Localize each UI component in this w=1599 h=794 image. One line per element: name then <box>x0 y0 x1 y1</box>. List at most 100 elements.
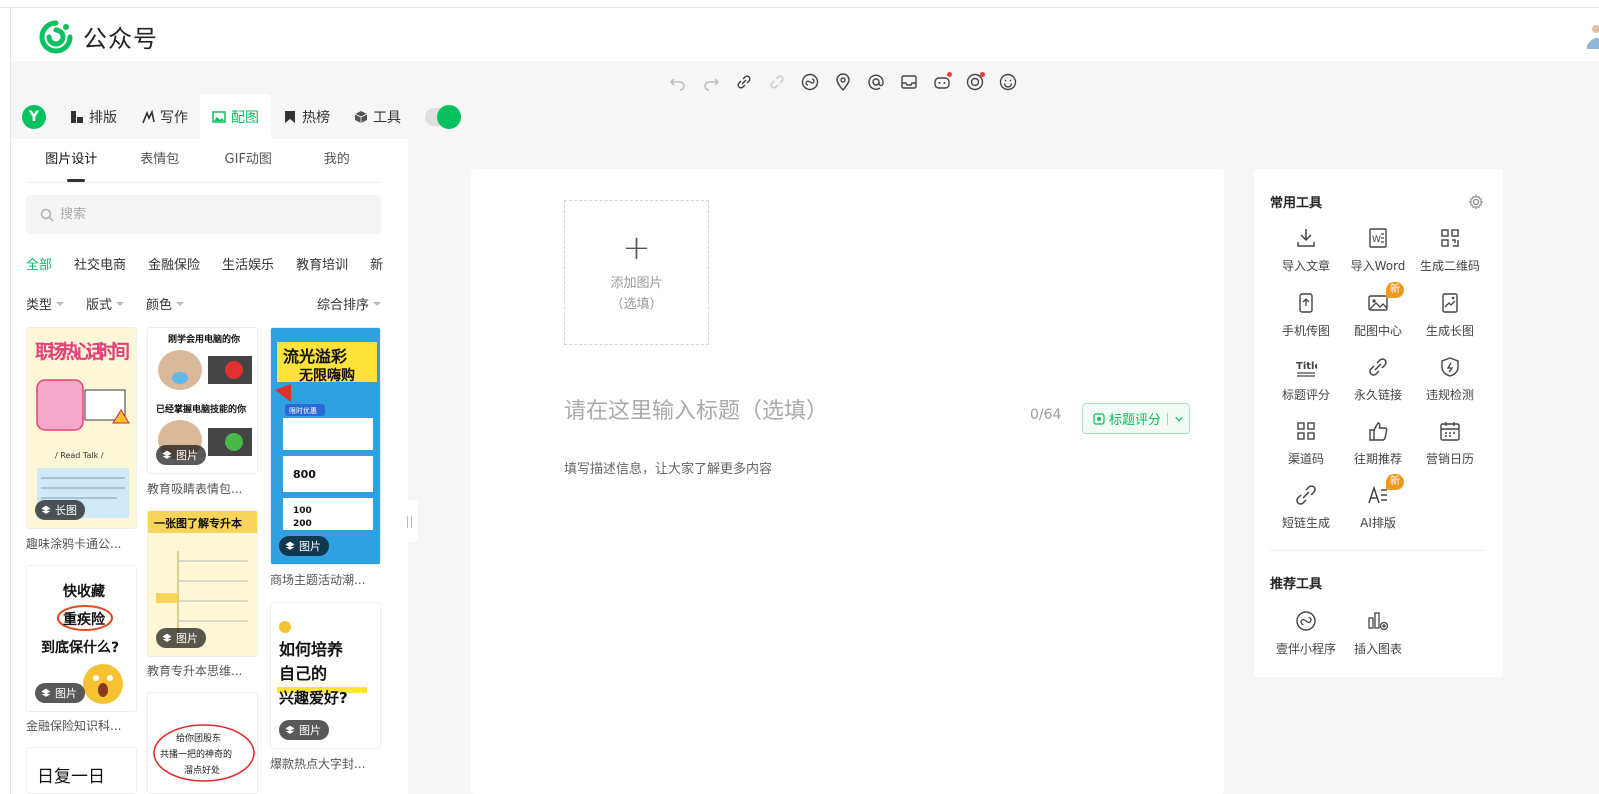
inbox-button[interactable] <box>898 71 920 93</box>
add-cover-image-button[interactable]: + 添加图片 （选填） <box>564 200 709 345</box>
mention-button[interactable] <box>865 71 887 93</box>
tool-permanent-link[interactable]: 永久链接 <box>1342 354 1414 403</box>
title-char-counter: 0/64 <box>1030 407 1062 423</box>
main-nav: Y 排版 写作 配图 热榜 工具 <box>22 94 461 139</box>
filter-type[interactable]: 类型 <box>26 294 65 313</box>
caret-down-icon <box>373 301 381 306</box>
unlink-button[interactable] <box>766 71 788 93</box>
preview-text: 限时优惠 <box>289 406 317 415</box>
tool-insert-chart[interactable]: 插入图表 <box>1342 608 1414 657</box>
tool-ai-layout[interactable]: AI排版 新 <box>1342 474 1414 531</box>
template-preview: 日复一日 <box>27 748 136 793</box>
search-input[interactable] <box>60 207 360 222</box>
article-editor: + 添加图片 （选填） 0/64 标题评分 填写描述信息，让大家了解更多内容 <box>471 169 1224 794</box>
add-image-text: 添加图片 （选填） <box>610 273 662 315</box>
category-more[interactable]: 新 <box>370 254 383 278</box>
category-education[interactable]: 教育培训 <box>296 254 348 278</box>
tool-channel-code[interactable]: 渠道码 <box>1270 418 1342 467</box>
template-card[interactable]: 流光溢彩 无限嗨购 限时优惠 800 100 200 图片 <box>270 327 381 565</box>
template-card[interactable]: 职场热心话时间 / Read Talk / 长图 <box>26 327 137 529</box>
tool-qrcode[interactable]: 生成二维码 <box>1414 225 1486 274</box>
mini-program-button[interactable] <box>799 71 821 93</box>
undo-button[interactable] <box>667 71 689 93</box>
app-logo[interactable]: 公众号 <box>39 19 158 54</box>
template-card[interactable]: 日复一日 <box>26 747 137 794</box>
tool-past-recommend[interactable]: 往期推荐 <box>1342 418 1414 467</box>
tool-import-word[interactable]: W 导入Word <box>1342 225 1414 274</box>
tool-short-link[interactable]: 短链生成 <box>1270 482 1342 531</box>
template-card[interactable]: 一张图了解专升本 图片 <box>147 510 258 657</box>
template-card[interactable]: 快收藏 重疾险 到底保什么? 图片 <box>26 565 137 712</box>
feature-toggle[interactable] <box>425 104 461 129</box>
tab-images[interactable]: 配图 <box>200 94 271 139</box>
tool-phone-upload[interactable]: 手机传图 <box>1270 290 1342 339</box>
layers-icon <box>285 725 295 734</box>
category-bar: 全部 社交电商 金融保险 生活娱乐 教育培训 新 <box>26 254 396 278</box>
tool-marketing-calendar[interactable]: 营销日历 <box>1414 418 1486 467</box>
recommend-tools-title: 推荐工具 <box>1270 577 1323 592</box>
filter-color[interactable]: 颜色 <box>146 294 185 313</box>
tab-mine[interactable]: 我的 <box>293 139 382 182</box>
title-score-button[interactable]: 标题评分 <box>1082 403 1190 434</box>
preview-text: 职场热心话时间 <box>35 340 130 363</box>
yiban-logo-icon[interactable]: Y <box>22 104 46 129</box>
user-avatar-icon[interactable] <box>1585 23 1599 49</box>
location-button[interactable] <box>832 71 854 93</box>
tab-stickers[interactable]: 表情包 <box>116 139 205 182</box>
tag-label: 长图 <box>55 504 77 517</box>
tool-mini-program[interactable]: 壹伴小程序 <box>1270 608 1342 657</box>
tool-long-image[interactable]: 生成长图 <box>1414 290 1486 339</box>
panel-resize-handle[interactable]: || <box>401 500 418 542</box>
tab-image-design[interactable]: 图片设计 <box>27 139 116 182</box>
shield-check-icon <box>1441 357 1459 377</box>
template-card[interactable]: 如何培养 自己的 兴趣爱好? 图片 <box>270 602 381 749</box>
preview-text: 如何培养 <box>279 640 344 659</box>
tool-label: 永久链接 <box>1353 388 1402 402</box>
app-name: 公众号 <box>83 25 158 53</box>
filter-layout[interactable]: 版式 <box>86 294 125 313</box>
chevron-down-icon[interactable] <box>1174 414 1184 424</box>
tool-title-score[interactable]: Title 标题评分 <box>1270 354 1342 403</box>
tab-label: 工具 <box>373 109 401 126</box>
tab-layout[interactable]: 排版 <box>58 94 129 139</box>
tab-trending[interactable]: 热榜 <box>271 94 342 139</box>
emoji-button[interactable] <box>997 71 1019 93</box>
preview-text: 一张图了解专升本 <box>154 516 242 530</box>
tab-tools[interactable]: 工具 <box>342 94 413 139</box>
add-image-label: 添加图片 <box>610 275 663 291</box>
preview-text: 到底保什么? <box>41 639 119 656</box>
tool-import-article[interactable]: 导入文章 <box>1270 225 1342 274</box>
category-social-commerce[interactable]: 社交电商 <box>74 254 126 278</box>
sort-select[interactable]: 综合排序 <box>317 294 381 313</box>
robot-button[interactable] <box>931 71 953 93</box>
link-icon <box>1369 358 1387 376</box>
description-placeholder[interactable]: 填写描述信息，让大家了解更多内容 <box>564 458 772 477</box>
layers-icon <box>41 505 51 514</box>
template-tag: 长图 <box>35 500 85 520</box>
tab-gif[interactable]: GIF动图 <box>204 139 293 182</box>
preview-text: 溜点好处 <box>184 764 220 776</box>
template-card[interactable]: 给你团股东 共播一把的神奇的 溜点好处 <box>147 692 258 794</box>
search-box[interactable] <box>26 195 381 234</box>
category-all[interactable]: 全部 <box>26 254 52 278</box>
redo-button[interactable] <box>700 71 722 93</box>
tool-label: 违规检测 <box>1425 388 1474 402</box>
preview-text: 共播一把的神奇的 <box>160 748 232 760</box>
gear-icon[interactable] <box>1468 194 1484 210</box>
layers-icon <box>285 541 295 550</box>
qrcode-icon <box>1441 229 1459 247</box>
tab-writing[interactable]: 写作 <box>129 94 200 139</box>
category-finance[interactable]: 金融保险 <box>148 254 200 278</box>
tool-label: 导入文章 <box>1281 259 1330 273</box>
tool-image-center[interactable]: 配图中心 新 <box>1342 282 1414 339</box>
template-card[interactable]: 刚学会用电脑的你 已经掌握电脑技能的你 图片 <box>147 327 258 474</box>
preview-text: 兴趣爱好? <box>279 689 348 707</box>
title-input[interactable] <box>564 399 1004 424</box>
target-button[interactable] <box>964 71 986 93</box>
category-lifestyle[interactable]: 生活娱乐 <box>222 254 274 278</box>
image-library-panel: 图片设计 表情包 GIF动图 我的 全部 社交电商 金融保险 生活娱乐 教育培训… <box>11 139 408 794</box>
insert-link-button[interactable] <box>733 71 755 93</box>
template-caption: 商场主题活动潮... <box>270 573 366 587</box>
unlink-icon <box>770 75 784 89</box>
tool-violation-check[interactable]: 违规检测 <box>1414 354 1486 403</box>
